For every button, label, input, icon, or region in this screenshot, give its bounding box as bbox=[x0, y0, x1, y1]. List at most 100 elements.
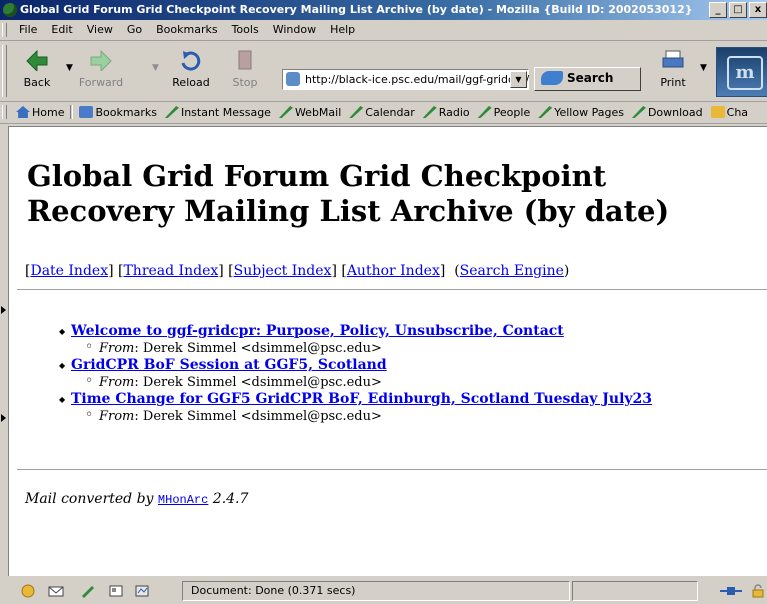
back-arrow-icon bbox=[26, 49, 48, 73]
forward-arrow-icon bbox=[90, 49, 112, 73]
link-icon bbox=[278, 106, 293, 118]
minimize-button[interactable]: _ bbox=[709, 2, 727, 18]
list-item: Time Change for GGF5 GridCPR BoF, Edinbu… bbox=[41, 391, 761, 425]
menu-window[interactable]: Window bbox=[266, 23, 323, 36]
mhonarc-link[interactable]: MHonArc bbox=[158, 493, 208, 507]
mozilla-throbber[interactable]: m bbox=[716, 47, 767, 97]
toolbar-chat[interactable]: Cha bbox=[707, 105, 752, 119]
print-label: Print bbox=[660, 76, 686, 89]
message-subject-link[interactable]: Welcome to ggf-gridcpr: Purpose, Policy,… bbox=[71, 323, 564, 339]
link-icon bbox=[164, 106, 179, 118]
toolbar-home[interactable]: Home bbox=[12, 105, 68, 119]
online-status-icon[interactable] bbox=[720, 584, 742, 598]
home-label: Home bbox=[32, 105, 65, 119]
people-label: People bbox=[493, 105, 531, 119]
menu-go[interactable]: Go bbox=[120, 23, 149, 36]
menu-file[interactable]: File bbox=[12, 23, 44, 36]
link-icon bbox=[631, 106, 646, 118]
back-button[interactable]: Back bbox=[14, 49, 60, 89]
search-label: Search bbox=[567, 71, 614, 85]
thread-index-link[interactable]: Thread Index bbox=[123, 263, 218, 279]
from-label: From bbox=[99, 375, 135, 390]
date-index-link[interactable]: Date Index bbox=[30, 263, 108, 279]
calendar-label: Calendar bbox=[365, 105, 415, 119]
search-button[interactable]: Search bbox=[534, 67, 641, 91]
menu-bookmarks[interactable]: Bookmarks bbox=[149, 23, 224, 36]
back-dropdown-icon[interactable]: ▼ bbox=[66, 63, 73, 73]
composer-icon[interactable] bbox=[80, 584, 96, 598]
navbar-grip[interactable] bbox=[2, 45, 7, 97]
from-label: From bbox=[99, 341, 135, 356]
window-title: Global Grid Forum Grid Checkpoint Recove… bbox=[20, 3, 693, 16]
menubar-grip[interactable] bbox=[2, 23, 7, 37]
toolbar-bookmarks[interactable]: Bookmarks bbox=[75, 105, 160, 119]
message-from: From: Derek Simmel <dsimmel@psc.edu> bbox=[71, 407, 761, 425]
maximize-button[interactable]: □ bbox=[729, 2, 747, 18]
divider bbox=[17, 289, 767, 291]
personal-toolbar: Home Bookmarks Instant Message WebMail C… bbox=[0, 102, 767, 124]
subject-index-link[interactable]: Subject Index bbox=[234, 263, 332, 279]
webmail-label: WebMail bbox=[294, 105, 342, 119]
toolbar-separator bbox=[70, 105, 74, 119]
toolbar-download[interactable]: Download bbox=[628, 105, 707, 119]
link-icon bbox=[538, 106, 553, 118]
page-content: Global Grid Forum Grid Checkpoint Recove… bbox=[8, 126, 767, 576]
print-dropdown-icon[interactable]: ▼ bbox=[700, 63, 707, 73]
statusbar: Document: Done (0.371 secs) bbox=[0, 578, 767, 604]
url-bar[interactable]: http://black-ice.psc.edu/mail/ggf-gridcp… bbox=[282, 69, 529, 90]
chat-label: Cha bbox=[726, 105, 749, 119]
footer-version: 2.4.7 bbox=[212, 491, 249, 507]
yellow-pages-label: Yellow Pages bbox=[554, 105, 624, 119]
status-text: Document: Done (0.371 secs) bbox=[191, 584, 356, 597]
close-button[interactable]: x bbox=[749, 2, 767, 18]
address-book-icon[interactable] bbox=[108, 584, 124, 598]
forward-button[interactable]: Forward bbox=[78, 49, 124, 89]
divider bbox=[17, 469, 767, 471]
status-text-pane: Document: Done (0.371 secs) bbox=[182, 581, 570, 601]
footer-text: Mail converted by bbox=[25, 491, 154, 507]
menu-help[interactable]: Help bbox=[323, 23, 362, 36]
toolbar-webmail[interactable]: WebMail bbox=[275, 105, 345, 119]
navigation-toolbar: Back Forward Reload Stop http://black-ic… bbox=[0, 41, 767, 102]
url-text[interactable]: http://black-ice.psc.edu/mail/ggf-gridcp… bbox=[305, 73, 529, 86]
list-item: GridCPR BoF Session at GGF5, Scotland Fr… bbox=[41, 357, 761, 391]
page-title: Global Grid Forum Grid Checkpoint Recove… bbox=[27, 159, 670, 228]
toolbar-calendar[interactable]: Calendar bbox=[345, 105, 418, 119]
from-label: From bbox=[99, 409, 135, 424]
reload-button[interactable]: Reload bbox=[168, 49, 214, 89]
menu-tools[interactable]: Tools bbox=[225, 23, 266, 36]
message-subject-link[interactable]: GridCPR BoF Session at GGF5, Scotland bbox=[71, 357, 387, 373]
toolbar-instant-message[interactable]: Instant Message bbox=[161, 105, 275, 119]
navigator-icon[interactable] bbox=[20, 584, 36, 598]
radio-label: Radio bbox=[438, 105, 470, 119]
back-label: Back bbox=[23, 76, 51, 89]
personal-toolbar-grip[interactable] bbox=[2, 105, 7, 119]
toolbar-radio[interactable]: Radio bbox=[419, 105, 474, 119]
url-dropdown-icon[interactable]: ▼ bbox=[510, 71, 527, 88]
menu-view[interactable]: View bbox=[80, 23, 120, 36]
message-subject-link[interactable]: Time Change for GGF5 GridCPR BoF, Edinbu… bbox=[71, 391, 652, 407]
search-engine-link[interactable]: Search Engine bbox=[460, 263, 564, 279]
sidebar-expand-icon[interactable] bbox=[0, 408, 7, 422]
download-label: Download bbox=[647, 105, 703, 119]
stop-button[interactable]: Stop bbox=[222, 49, 268, 89]
stop-icon bbox=[238, 50, 252, 70]
toolbar-yellow-pages[interactable]: Yellow Pages bbox=[534, 105, 628, 119]
from-value: Derek Simmel <dsimmel@psc.edu> bbox=[142, 375, 382, 390]
link-icon bbox=[422, 106, 437, 118]
irc-chat-icon[interactable] bbox=[134, 584, 150, 598]
author-index-link[interactable]: Author Index bbox=[347, 263, 440, 279]
menu-edit[interactable]: Edit bbox=[44, 23, 79, 36]
print-button[interactable]: Print bbox=[650, 49, 696, 89]
security-lock-icon[interactable] bbox=[750, 584, 766, 598]
mail-icon[interactable] bbox=[48, 584, 64, 598]
message-from: From: Derek Simmel <dsimmel@psc.edu> bbox=[71, 373, 761, 391]
bookmarks-label: Bookmarks bbox=[95, 105, 157, 119]
printer-icon bbox=[662, 50, 684, 68]
sidebar-collapse-icon[interactable] bbox=[0, 300, 7, 314]
toolbar-people[interactable]: People bbox=[474, 105, 535, 119]
link-icon bbox=[477, 106, 492, 118]
home-icon bbox=[16, 106, 30, 118]
forward-dropdown-icon[interactable]: ▼ bbox=[152, 63, 159, 73]
index-links: [Date Index] [Thread Index] [Subject Ind… bbox=[25, 263, 570, 279]
